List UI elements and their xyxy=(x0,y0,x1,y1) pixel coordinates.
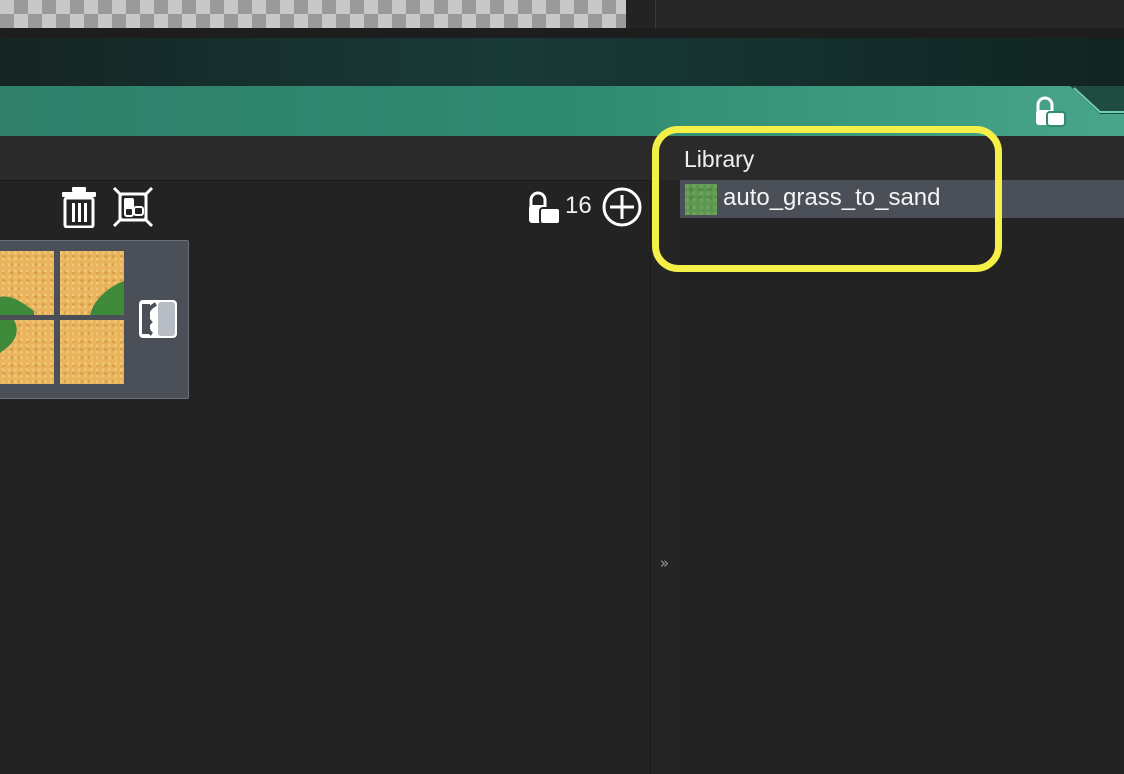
tile-grass-edge-top-right[interactable] xyxy=(60,251,124,315)
add-circle-icon[interactable] xyxy=(601,186,643,228)
collapse-notch-icon[interactable] xyxy=(1070,86,1124,116)
tile-count: 16 xyxy=(565,192,592,219)
select-frame-icon[interactable] xyxy=(112,186,154,228)
tile-sand[interactable] xyxy=(60,320,124,384)
lock-icon[interactable] xyxy=(526,190,562,226)
tile-toolbar xyxy=(0,136,650,181)
expand-arrow-icon[interactable]: » xyxy=(650,554,679,572)
trash-icon[interactable] xyxy=(61,186,97,228)
panel-divider xyxy=(0,28,1124,38)
dark-header-band xyxy=(0,38,1124,86)
tile-edit-icon[interactable] xyxy=(136,298,180,340)
canvas-checkerboard xyxy=(0,0,626,28)
tile-grass-edge-bottom-left[interactable] xyxy=(0,320,54,384)
top-right-panel xyxy=(655,0,1124,29)
tile-grass-edge-top-left[interactable] xyxy=(0,251,54,315)
highlight-annotation xyxy=(652,126,1002,272)
lock-icon[interactable] xyxy=(1033,95,1067,129)
